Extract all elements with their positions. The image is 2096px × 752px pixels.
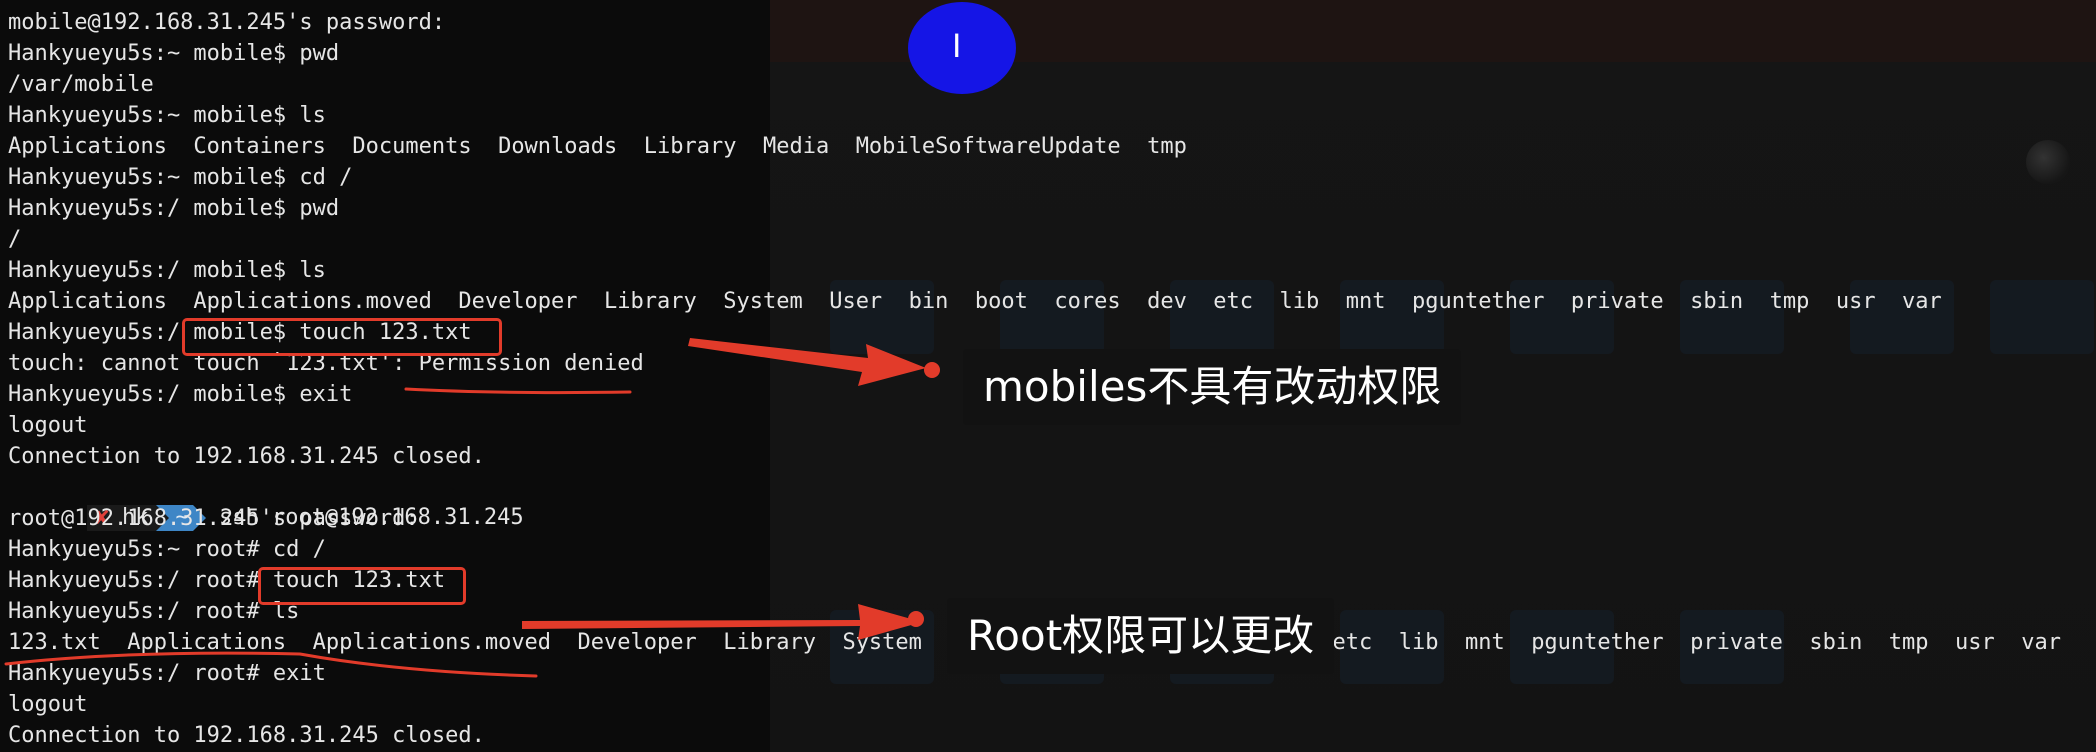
terminal-line: root@192.168.31.245's password: [8,506,419,531]
cursor-highlight [908,2,1016,94]
screen: mobile@192.168.31.245's password: Hankyu… [0,0,2096,752]
terminal-line: Applications Containers Documents Downlo… [8,134,1187,159]
terminal-line: Hankyueyu5s:/ mobile$ exit [8,382,353,407]
terminal-line: logout [8,413,88,438]
terminal-line: Hankyueyu5s:~ mobile$ cd / [8,165,353,190]
terminal-line: logout [8,692,88,717]
terminal-line: mobile@192.168.31.245's password: [8,10,446,35]
highlight-box-mobile-touch [182,318,502,356]
terminal-line: / [8,227,22,252]
terminal-line: Applications Applications.moved Develope… [8,289,1942,314]
callout-mobile-no-permission: mobiles不具有改动权限 [963,349,1462,425]
text-cursor-icon: I [952,27,962,65]
terminal-line: Hankyueyu5s:/ mobile$ pwd [8,196,340,221]
terminal-line: /var/mobile [8,72,154,97]
terminal-line: Hankyueyu5s:~ mobile$ pwd [8,41,340,66]
callout-root-can-modify: Root权限可以更改 [947,598,1335,674]
terminal-line: Hankyueyu5s:/ mobile$ ls [8,258,326,283]
shell-prompt-line: ✘ hk ~ ssh root@192.168.31.245 [8,473,524,531]
terminal-line: Hankyueyu5s:/ root# ls [8,599,300,624]
callout-pointer-dot [924,362,940,378]
highlight-box-root-touch [258,567,466,605]
terminal-line: Hankyueyu5s:~ root# cd / [8,537,326,562]
terminal-line: Connection to 192.168.31.245 closed. [8,723,485,748]
terminal-line: Hankyueyu5s:~ mobile$ ls [8,103,326,128]
terminal-line: Connection to 192.168.31.245 closed. [8,444,485,469]
terminal-line: Hankyueyu5s:/ root# exit [8,661,326,686]
callout-pointer-dot [908,611,924,627]
